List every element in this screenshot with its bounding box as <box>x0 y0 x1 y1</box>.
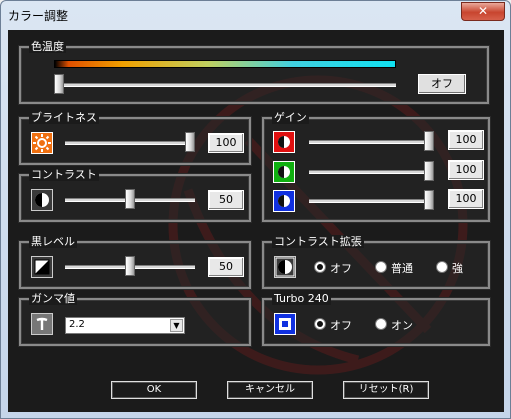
ok-button[interactable]: OK <box>111 381 197 399</box>
color-temperature-off-button[interactable]: オフ <box>418 74 466 94</box>
brightness-group: ブライトネス 100 <box>19 111 251 165</box>
close-button[interactable]: ✕ <box>461 2 505 21</box>
gamma-select[interactable]: 2.2 ▼ <box>65 317 185 334</box>
black-level-slider-thumb[interactable] <box>125 256 135 276</box>
contrast-slider-thumb[interactable] <box>125 189 135 209</box>
gain-red-slider-track[interactable] <box>309 140 434 144</box>
contrast-value[interactable]: 50 <box>208 190 244 210</box>
contrast-extension-strong-label: 強 <box>452 262 463 275</box>
turbo-off-radio[interactable] <box>314 318 326 330</box>
contrast-label: コントラスト <box>29 168 99 181</box>
brightness-slider-thumb[interactable] <box>185 132 195 152</box>
color-temperature-thumb[interactable] <box>54 74 64 94</box>
black-level-label: 黒レベル <box>29 235 77 248</box>
gain-blue-slider-thumb[interactable] <box>424 190 434 210</box>
cancel-button[interactable]: キャンセル <box>227 381 313 399</box>
contrast-extension-off-label: オフ <box>330 262 352 275</box>
brightness-sun-icon <box>31 132 53 154</box>
color-temperature-track[interactable] <box>54 83 396 87</box>
color-temperature-group: 色温度 オフ <box>19 40 489 104</box>
gain-green-value[interactable]: 100 <box>448 160 484 180</box>
black-level-value[interactable]: 50 <box>208 257 244 277</box>
gamma-label: ガンマ値 <box>29 292 77 305</box>
gamma-selected-value: 2.2 <box>69 319 85 330</box>
contrast-extension-label: コントラスト拡張 <box>272 235 364 248</box>
turbo-label: Turbo 240 <box>272 292 331 305</box>
contrast-extension-strong-radio[interactable] <box>436 261 448 273</box>
gain-green-slider-thumb[interactable] <box>424 161 434 181</box>
reset-button[interactable]: リセット(R) <box>343 381 429 399</box>
gain-blue-slider-track[interactable] <box>309 199 434 203</box>
gain-red-value[interactable]: 100 <box>448 130 484 150</box>
chevron-down-icon[interactable]: ▼ <box>170 319 183 332</box>
turbo-group: Turbo 240 オフ オン <box>262 292 490 346</box>
contrast-extension-normal-label: 普通 <box>391 262 413 275</box>
black-level-group: 黒レベル 50 <box>19 235 251 289</box>
title-bar[interactable]: カラー調整 ✕ <box>1 1 510 29</box>
gain-green-slider-track[interactable] <box>309 170 434 174</box>
turbo-on-radio[interactable] <box>375 318 387 330</box>
gamma-icon <box>31 313 53 335</box>
contrast-icon <box>31 189 53 211</box>
gain-label: ゲイン <box>272 111 309 124</box>
gain-blue-icon <box>273 190 295 212</box>
contrast-extension-normal-radio[interactable] <box>375 261 387 273</box>
brightness-label: ブライトネス <box>29 111 99 124</box>
turbo-on-label: オン <box>391 319 413 332</box>
dialog-client: 色温度 オフ ブライトネス 100 コントラスト 50 黒レベル 50 ガンマ値… <box>8 30 504 412</box>
gain-red-icon <box>273 131 295 153</box>
gain-group: ゲイン 100 100 100 <box>262 111 490 222</box>
color-temperature-label: 色温度 <box>29 40 66 53</box>
contrast-extension-icon <box>274 256 296 278</box>
turbo-icon <box>274 313 296 335</box>
contrast-extension-group: コントラスト拡張 オフ 普通 強 <box>262 235 490 289</box>
turbo-off-label: オフ <box>330 319 352 332</box>
gamma-group: ガンマ値 2.2 ▼ <box>19 292 251 346</box>
gain-red-slider-thumb[interactable] <box>424 131 434 151</box>
contrast-group: コントラスト 50 <box>19 168 251 222</box>
brightness-slider-track[interactable] <box>65 141 195 145</box>
gain-green-icon <box>273 161 295 183</box>
black-level-icon <box>31 256 53 278</box>
brightness-value[interactable]: 100 <box>208 133 244 153</box>
gain-blue-value[interactable]: 100 <box>448 189 484 209</box>
color-temperature-spectrum <box>54 60 396 68</box>
contrast-extension-off-radio[interactable] <box>314 261 326 273</box>
dialog-window: カラー調整 ✕ 色温度 オフ ブライトネス 100 コントラスト 50 黒レベル… <box>0 0 511 419</box>
window-title: カラー調整 <box>8 9 69 23</box>
